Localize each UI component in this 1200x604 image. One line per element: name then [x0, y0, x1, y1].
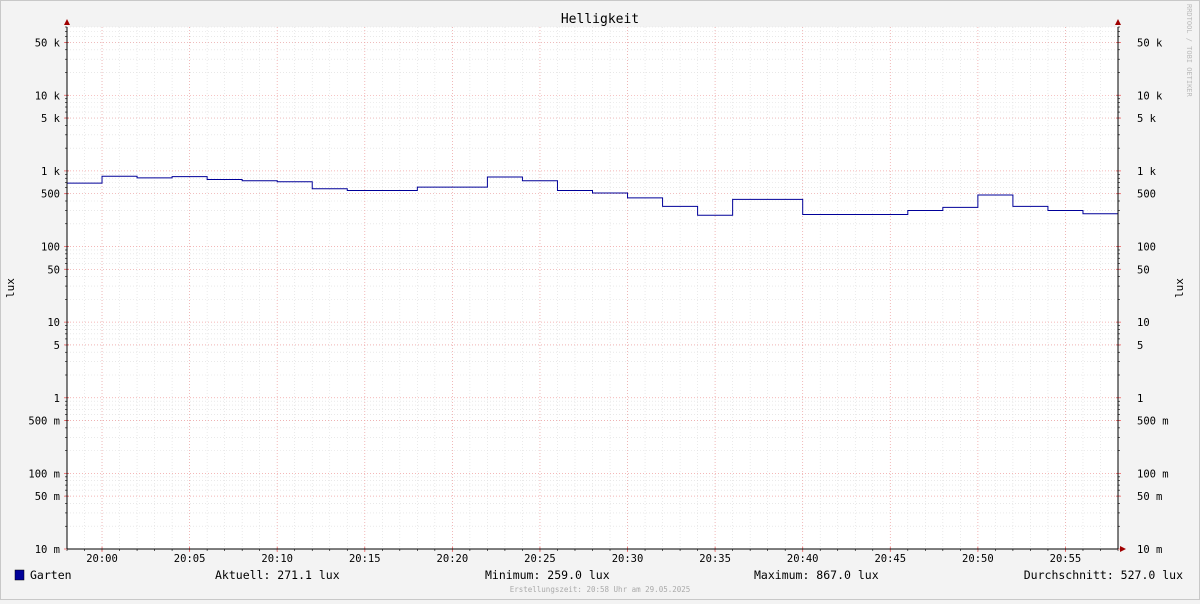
y-axis-label-left: lux [4, 278, 17, 298]
y-tick-label-right: 50 [1137, 264, 1150, 276]
rrdtool-watermark: RRDTOOL / TOBI OETIKER [1185, 4, 1193, 98]
y-tick-label-right: 10 m [1137, 544, 1162, 556]
legend-series-name: Garten [30, 568, 72, 582]
y-axis-label-right: lux [1173, 278, 1186, 298]
x-tick-label: 20:35 [699, 553, 731, 565]
y-tick-label-right: 5 [1137, 340, 1143, 352]
y-tick-label-left: 1 k [41, 166, 61, 178]
y-tick-label-left: 100 m [28, 468, 60, 480]
y-tick-label-right: 10 k [1137, 90, 1163, 102]
y-tick-label-left: 500 m [28, 416, 60, 428]
y-axis-arrow-left [64, 19, 70, 25]
y-tick-label-right: 50 k [1137, 37, 1163, 49]
y-tick-label-left: 500 [41, 189, 60, 201]
x-axis-arrow [1120, 546, 1126, 552]
y-tick-label-right: 500 [1137, 189, 1156, 201]
y-tick-label-right: 5 k [1137, 113, 1157, 125]
x-tick-label: 20:55 [1050, 553, 1082, 565]
x-tick-label: 20:15 [349, 553, 381, 565]
legend-minimum: Minimum: 259.0 lux [485, 568, 610, 582]
x-tick-label: 20:05 [174, 553, 206, 565]
x-tick-label: 20:30 [612, 553, 644, 565]
x-tick-label: 20:20 [437, 553, 469, 565]
chart-window: 20:00 20:05 20:10 20:15 20:20 20:25 20:30 20:35… [0, 0, 1200, 600]
y-tick-label-right: 100 [1137, 242, 1156, 254]
legend-maximum: Maximum: 867.0 lux [754, 568, 879, 582]
legend-swatch [14, 569, 25, 581]
y-tick-label-left: 50 m [35, 491, 60, 503]
y-tick-label-left: 100 [41, 242, 60, 254]
x-tick-label: 20:40 [787, 553, 819, 565]
y-tick-label-left: 10 m [35, 544, 60, 556]
y-tick-label-left: 50 [47, 264, 60, 276]
y-axis-arrow-right [1115, 19, 1121, 25]
chart-title: Helligkeit [561, 12, 639, 27]
x-tick-label: 20:45 [874, 553, 906, 565]
y-tick-label-right: 50 m [1137, 491, 1162, 503]
y-tick-label-right: 10 [1137, 317, 1150, 329]
x-tick-label: 20:10 [261, 553, 293, 565]
legend-average: Durchschnitt: 527.0 lux [1024, 568, 1183, 582]
y-tick-label-left: 1 [54, 393, 60, 405]
x-tick-label: 20:25 [524, 553, 556, 565]
creation-timestamp: Erstellungszeit: 20:58 Uhr am 29.05.2025 [510, 585, 691, 594]
y-tick-label-right: 1 [1137, 393, 1143, 405]
y-tick-label-left: 50 k [35, 37, 61, 49]
y-tick-label-left: 10 k [35, 90, 61, 102]
y-tick-label-left: 5 k [41, 113, 61, 125]
x-tick-label: 20:00 [86, 553, 118, 565]
y-tick-label-left: 10 [47, 317, 60, 329]
y-tick-label-left: 5 [54, 340, 60, 352]
y-tick-label-right: 1 k [1137, 166, 1157, 178]
brightness-chart: 20:00 20:05 20:10 20:15 20:20 20:25 20:30 20:35… [4, 4, 1193, 594]
y-tick-label-right: 500 m [1137, 416, 1169, 428]
x-tick-label: 20:50 [962, 553, 994, 565]
legend-current: Aktuell: 271.1 lux [215, 568, 340, 582]
y-tick-label-right: 100 m [1137, 468, 1169, 480]
